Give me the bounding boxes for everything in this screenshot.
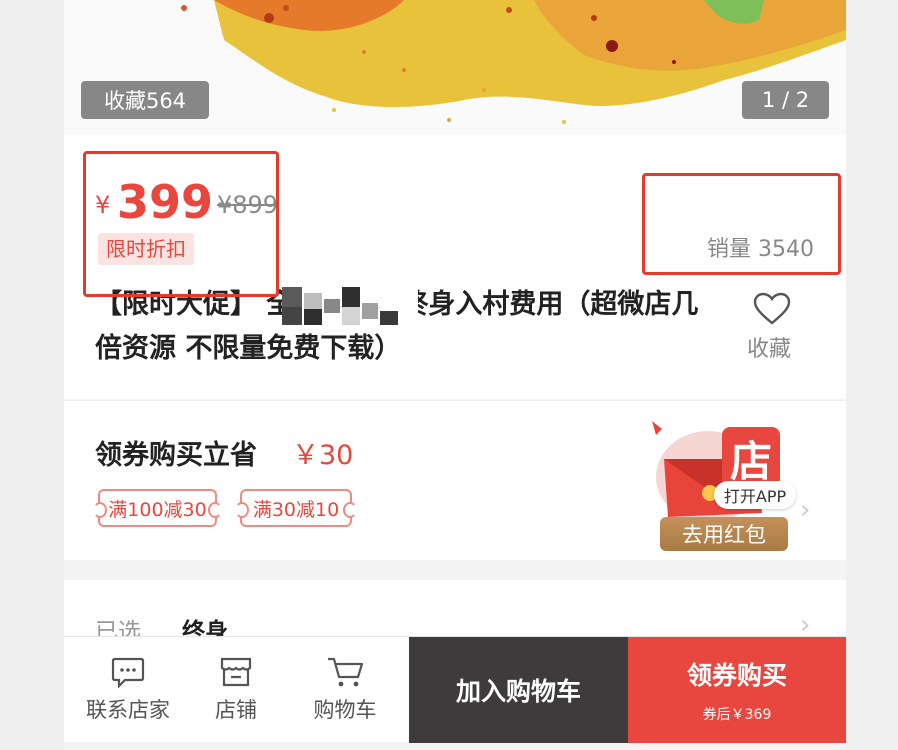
cart-button[interactable]: 购物车 xyxy=(292,637,398,743)
image-page-indicator: 1 / 2 xyxy=(742,81,829,119)
coupon-ticket[interactable]: 满30减10 xyxy=(235,489,357,527)
coupon-title: 领券购买立省 xyxy=(95,440,257,471)
cart-icon xyxy=(328,657,364,687)
coupon-buy-label: 领券购买 xyxy=(686,661,787,690)
favorite-count-badge: 收藏564 xyxy=(81,81,209,119)
chevron-right-icon: › xyxy=(800,495,811,525)
right-margin xyxy=(846,0,898,750)
add-to-cart-button[interactable]: 加入购物车 xyxy=(409,637,628,743)
favorite-label[interactable]: 收藏 xyxy=(747,331,791,363)
coupon-ticket[interactable]: 满100减30 xyxy=(93,489,222,527)
contact-seller-button[interactable]: 联系店家 xyxy=(74,637,182,743)
open-app-button[interactable]: 打开APP xyxy=(714,481,796,509)
store-app-icon: 店 xyxy=(722,427,780,489)
coupon-section[interactable]: 领券购买立省 ￥30 满100减30 满30减10 店 打开APP 去用红包 › xyxy=(64,400,846,560)
product-page: 收藏564 1 / 2 ¥ 399 ¥899 限时折扣 销量 3540 【限时大… xyxy=(64,0,846,750)
selected-option-row[interactable]: 已选 终身 › xyxy=(64,580,846,640)
open-app-badge[interactable]: 店 打开APP 去用红包 xyxy=(650,413,810,551)
price-highlight-frame xyxy=(83,151,279,297)
left-margin xyxy=(0,0,64,750)
shop-button[interactable]: 店铺 xyxy=(190,637,282,743)
price-after-coupon: 券后￥369 xyxy=(702,707,772,723)
product-image-carousel[interactable]: 收藏564 1 / 2 xyxy=(64,0,846,135)
bottom-action-bar: 联系店家 店铺 购物车 加入购物车 领券购买 券后￥369 xyxy=(64,636,846,743)
contact-seller-label: 联系店家 xyxy=(86,698,170,722)
heart-icon[interactable] xyxy=(753,292,791,326)
chat-icon xyxy=(111,657,145,688)
redaction-mosaic xyxy=(282,285,418,327)
cart-label: 购物车 xyxy=(313,698,377,722)
sales-highlight-frame xyxy=(642,173,841,275)
coupon-buy-button[interactable]: 领券购买 券后￥369 xyxy=(628,637,846,743)
shop-label: 店铺 xyxy=(215,698,257,722)
shop-icon xyxy=(220,657,252,687)
use-red-packet-button[interactable]: 去用红包 xyxy=(660,517,788,551)
coupon-amount: ￥30 xyxy=(292,440,354,471)
